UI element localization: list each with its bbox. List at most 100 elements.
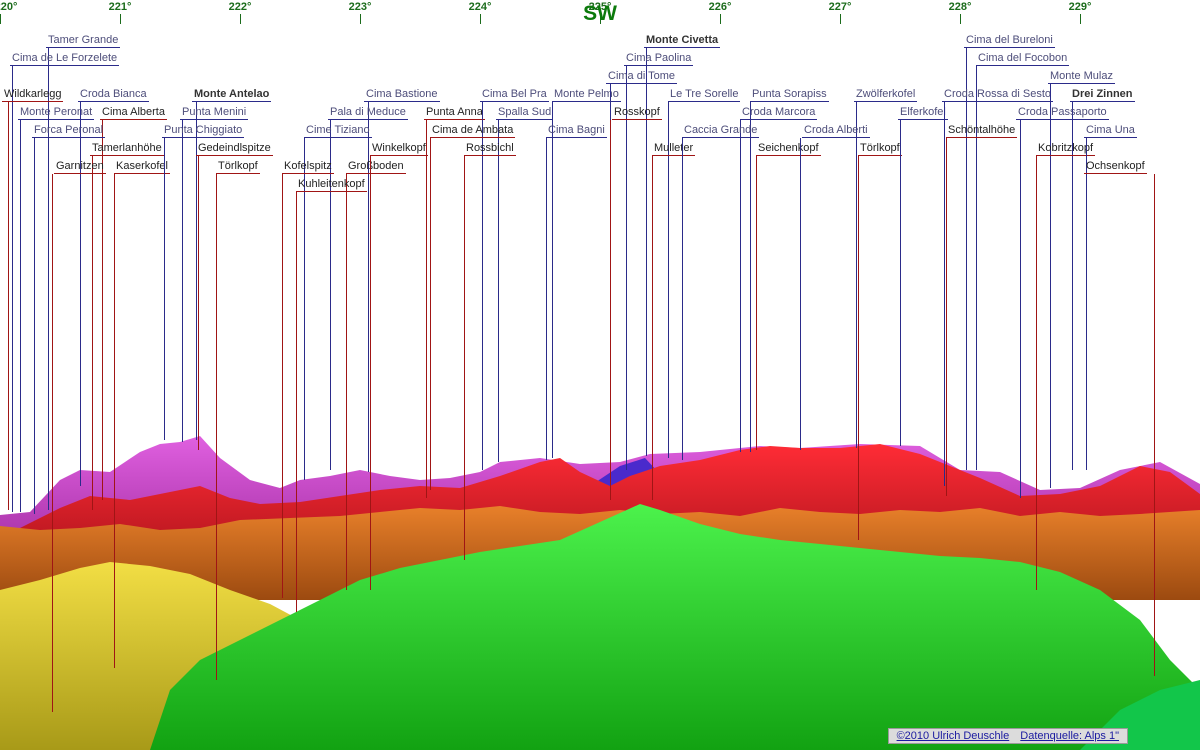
peak-label: Le Tre Sorelle (668, 88, 741, 102)
peak-stem (198, 156, 199, 450)
bearing-tick (360, 14, 361, 24)
peak-stem (552, 102, 553, 458)
peak-label: Monte Antelao (192, 88, 272, 102)
peak-label: Croda Alberti (802, 124, 870, 138)
peak-label: Cime Tiziano (304, 124, 372, 138)
peak-label: Cima del Bureloni (964, 34, 1055, 48)
peak-stem (740, 120, 741, 452)
peak-stem (92, 156, 93, 510)
peak-label: Mulleter (652, 142, 696, 156)
peak-stem (426, 120, 427, 498)
peak-stem (682, 138, 683, 460)
bearing-tick (960, 14, 961, 24)
peak-stem (858, 156, 859, 540)
peak-label: Ochsenkopf (1084, 160, 1147, 174)
peak-label: Punta Sorapiss (750, 88, 829, 102)
peak-label: Drei Zinnen (1070, 88, 1135, 102)
peak-stem (652, 156, 653, 500)
source-link[interactable]: Datenquelle: Alps 1" (1020, 730, 1119, 742)
peak-stem (610, 120, 611, 500)
peak-label: Gedeindlspitze (196, 142, 273, 156)
peak-stem (900, 120, 901, 446)
peak-stem (8, 102, 9, 510)
peak-label: Cima de Le Forzelete (10, 52, 120, 66)
peak-label: Spalla Sud (496, 106, 554, 120)
peak-stem (750, 102, 751, 452)
bearing-tick-label: 226° (708, 1, 732, 13)
credit-bar: ©2010 Ulrich Deuschle Datenquelle: Alps … (887, 728, 1128, 744)
bearing-tick-label: 223° (348, 1, 372, 13)
peak-label: Tamerlanhöhe (90, 142, 164, 156)
bearing-tick (240, 14, 241, 24)
peak-stem (1072, 102, 1073, 470)
bearing-tick-label: 220° (0, 1, 18, 13)
peak-label: Törlkopf (216, 160, 260, 174)
bearing-tick (0, 14, 1, 24)
peak-label: Kofelspitz (282, 160, 334, 174)
peak-stem (1036, 156, 1037, 590)
peak-stem (52, 174, 53, 712)
peak-stem (498, 120, 499, 462)
peak-stem (164, 138, 165, 440)
peak-label: Monte Civetta (644, 34, 721, 48)
bearing-tick-label: 222° (228, 1, 252, 13)
peak-stem (966, 48, 967, 470)
peak-label: Cima Bel Pra (480, 88, 549, 102)
peak-label: Monte Peronat (18, 106, 95, 120)
bearing-tick (1080, 14, 1081, 24)
peak-stem (34, 138, 35, 514)
bearing-tick-label: 224° (468, 1, 492, 13)
peak-label: Zwölferkofel (854, 88, 918, 102)
author-link[interactable]: ©2010 Ulrich Deuschle (897, 730, 1010, 742)
peak-stem (12, 66, 13, 512)
peak-label: Wildkarlegg (2, 88, 64, 102)
peak-label: Tamer Grande (46, 34, 121, 48)
peak-stem (102, 120, 103, 500)
peak-label: Croda Marcora (740, 106, 818, 120)
peak-label: Elferkofel (898, 106, 948, 120)
peak-stem (1086, 138, 1087, 470)
bearing-tick (480, 14, 481, 24)
peak-label: Garnitzen (54, 160, 106, 174)
peak-stem (370, 156, 371, 590)
peak-label: Monte Mulaz (1048, 70, 1115, 84)
peak-label: Croda Bianca (78, 88, 149, 102)
peak-stem (296, 192, 297, 612)
peak-stem (944, 102, 945, 486)
peak-label: Kuhleitenkopf (296, 178, 367, 192)
peak-stem (1020, 120, 1021, 498)
peak-stem (482, 102, 483, 470)
peak-label: Rossbichl (464, 142, 516, 156)
peak-label: Caccia Grande (682, 124, 760, 138)
peak-stem (182, 120, 183, 442)
bearing-tick (840, 14, 841, 24)
peak-stem (626, 66, 627, 470)
peak-label: Großboden (346, 160, 406, 174)
peak-label: Cima Una (1084, 124, 1137, 138)
peak-label: Cima Bagni (546, 124, 607, 138)
direction-label: SW (583, 2, 617, 25)
peak-stem (282, 174, 283, 598)
bearing-tick (720, 14, 721, 24)
peak-label: Punta Chiggiato (162, 124, 245, 138)
peak-label: Winkelkopf (370, 142, 428, 156)
bearing-tick-label: 227° (828, 1, 852, 13)
peak-stem (464, 156, 465, 560)
peak-label: Cima di Tome (606, 70, 678, 84)
peak-label: Törlkopf (858, 142, 902, 156)
peak-stem (114, 174, 115, 668)
peak-stem (1154, 174, 1155, 676)
peak-label: Seichenkopf (756, 142, 821, 156)
peak-label: Kaserkofel (114, 160, 170, 174)
peak-label: Croda Rossa di Sesto (942, 88, 1053, 102)
peak-stem (756, 156, 757, 450)
bearing-tick (120, 14, 121, 24)
peak-stem (800, 138, 801, 450)
bearing-tick-label: 221° (108, 1, 132, 13)
bearing-tick-label: 229° (1068, 1, 1092, 13)
peak-stem (430, 138, 431, 490)
peak-label: Schöntalhöhe (946, 124, 1018, 138)
peak-stem (856, 102, 857, 448)
peak-label: Cima Alberta (100, 106, 167, 120)
peak-label: Forca Peronal (32, 124, 106, 138)
